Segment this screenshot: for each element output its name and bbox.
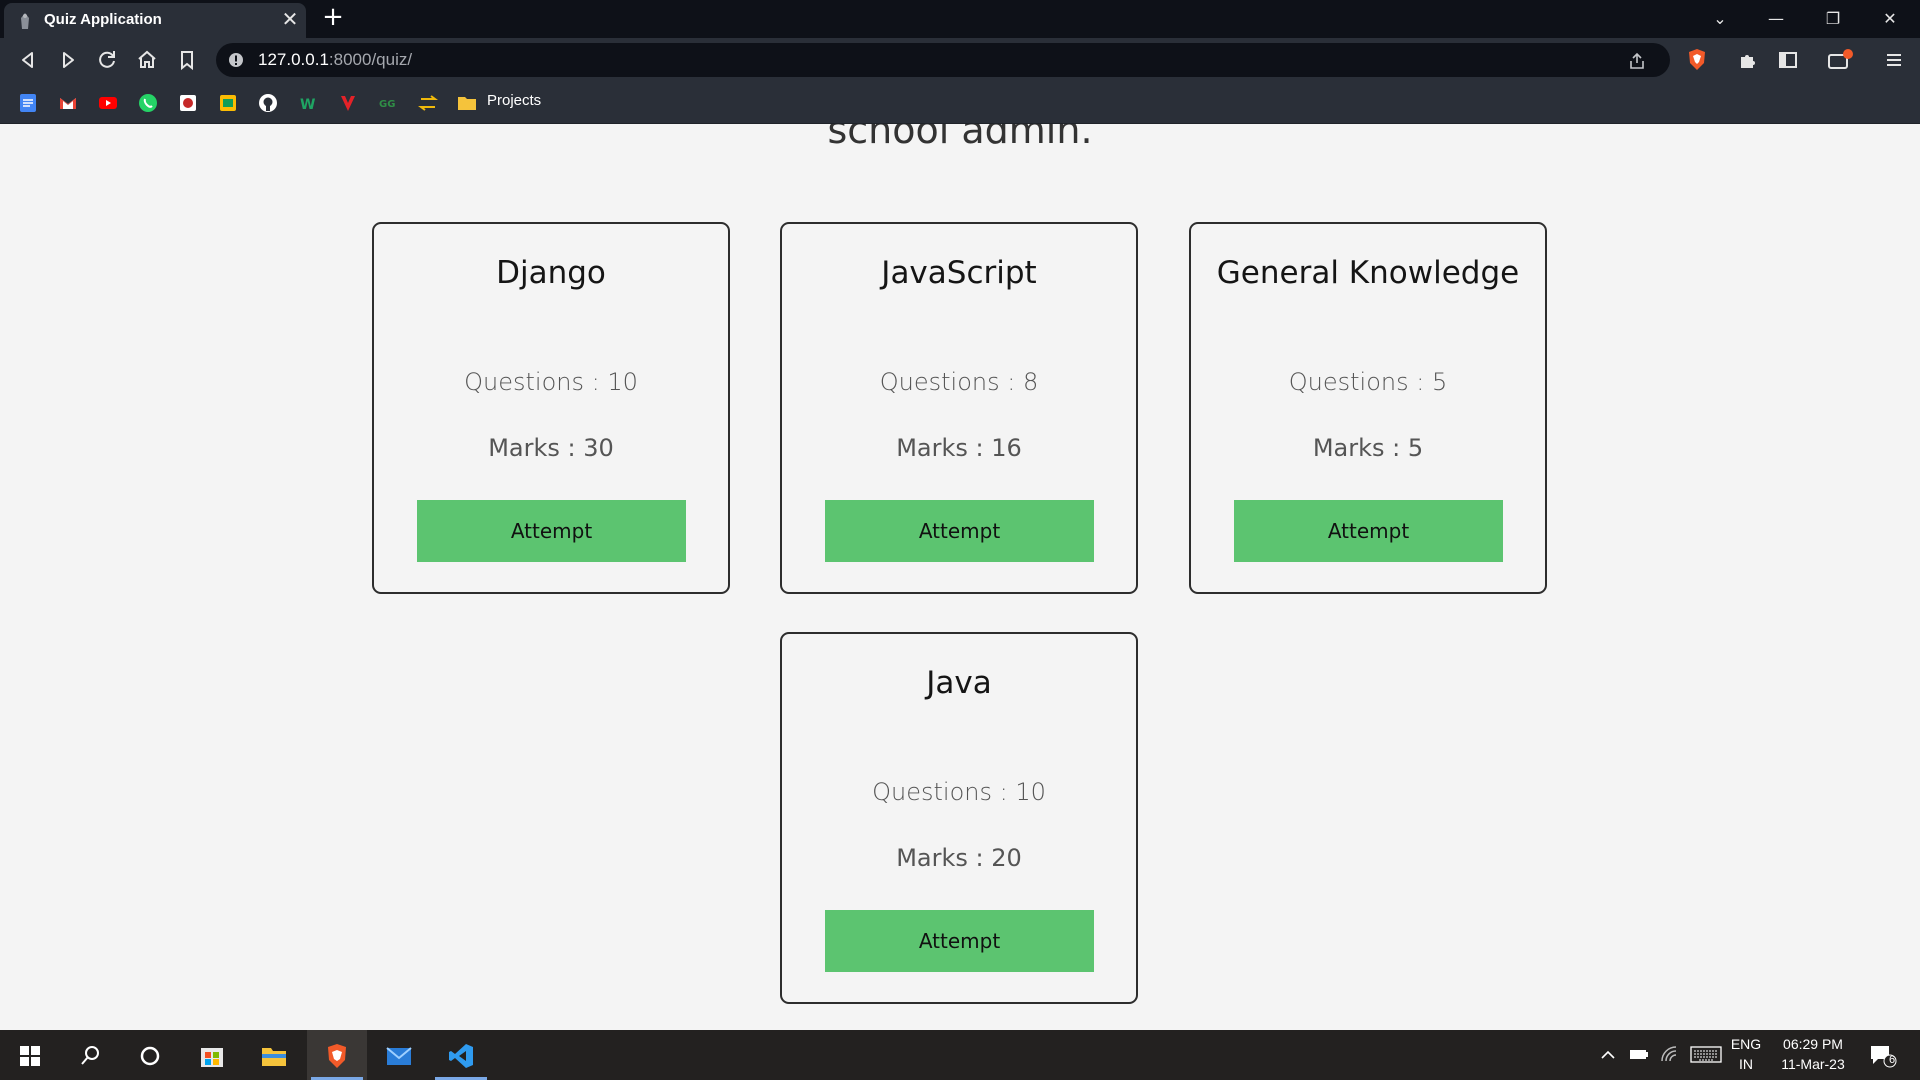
cortana-icon [140,1046,160,1066]
quiz-card-java: Java Questions : 10 Marks : 20 Attempt [780,632,1138,1004]
language-indicator[interactable]: ENG IN [1726,1036,1766,1072]
page-favicon-icon [21,13,29,29]
bookmark-folder-projects[interactable]: Projects [487,92,541,109]
quiz-title: JavaScript [881,255,1037,291]
w-site-icon[interactable]: W [298,93,318,113]
tray-expand-icon[interactable] [1600,1047,1616,1063]
attempt-button[interactable]: Attempt [825,910,1094,972]
home-icon[interactable] [135,48,159,72]
quiz-questions: Questions : 8 [879,368,1039,396]
wifi-icon[interactable] [1660,1045,1680,1063]
youtube-icon[interactable] [98,93,118,113]
page-heading: school admin. [827,124,1093,152]
notification-count: 6 [1888,1054,1896,1066]
file-explorer-icon [262,1048,286,1066]
quiz-card-javascript: JavaScript Questions : 8 Marks : 16 Atte… [780,222,1138,594]
attempt-button[interactable]: Attempt [1234,500,1503,562]
tab-title: Quiz Application [44,11,162,28]
google-docs-icon[interactable] [18,93,38,113]
clock[interactable]: 06:29 PM 11-Mar-23 [1768,1036,1858,1072]
clock-time: 06:29 PM [1783,1036,1843,1052]
url-text: 127.0.0.1:8000/quiz/ [258,50,412,70]
share-icon[interactable] [1628,52,1646,70]
quiz-marks: Marks : 5 [1312,434,1424,462]
close-window-icon[interactable]: ✕ [1870,4,1910,34]
taskbar-vscode[interactable] [431,1030,491,1080]
back-icon[interactable] [16,48,40,72]
start-button[interactable] [0,1030,60,1080]
google-slides-icon[interactable] [218,93,238,113]
gmail-icon[interactable] [58,93,78,113]
page-content: school admin. Django Questions : 10 Mark… [0,124,1920,1030]
search-button[interactable] [60,1030,120,1080]
store-icon [201,1048,223,1067]
site-info-icon[interactable] [228,52,244,68]
brave-shields-icon[interactable] [1686,48,1708,72]
quiz-title: General Knowledge [1216,255,1520,291]
windows-icon [20,1046,40,1066]
address-bar[interactable]: 127.0.0.1:8000/quiz/ [216,43,1670,77]
taskbar: ENG IN 06:29 PM 11-Mar-23 6 [0,1030,1920,1080]
quiz-questions: Questions : 10 [872,778,1046,806]
new-tab-button[interactable]: + [322,4,344,30]
mail-icon [386,1047,412,1065]
svg-text:W: W [300,97,315,113]
quiz-questions: Questions : 10 [464,368,638,396]
svg-text:GG: GG [379,99,395,110]
taskbar-brave[interactable] [307,1030,367,1080]
tab-close-icon[interactable]: ✕ [280,9,300,29]
sidebar-icon[interactable] [1776,48,1800,72]
quiz-marks: Marks : 16 [896,434,1022,462]
bookmark-site-icon[interactable] [178,93,198,113]
quiz-marks: Marks : 30 [488,434,614,462]
browser-tab[interactable]: Quiz Application ✕ [4,3,306,38]
browser-tab-bar: Quiz Application ✕ + ⌄ — ❐ ✕ [0,0,1920,38]
url-path: :8000/quiz/ [328,50,413,69]
whatsapp-icon[interactable] [138,93,158,113]
attempt-button[interactable]: Attempt [825,500,1094,562]
clock-date: 11-Mar-23 [1781,1056,1845,1072]
bookmark-icon[interactable] [175,48,199,72]
attempt-button[interactable]: Attempt [417,500,686,562]
geeksforgeeks-icon[interactable]: GG [378,93,398,113]
url-host: 127.0.0.1 [258,50,329,69]
region-code: IN [1739,1056,1753,1072]
exchange-site-icon[interactable] [418,93,438,113]
restore-icon[interactable]: ❐ [1813,4,1853,34]
github-icon[interactable] [258,93,278,113]
minimize-icon[interactable]: — [1756,4,1796,34]
reload-icon[interactable] [95,48,119,72]
tab-search-icon[interactable]: ⌄ [1700,4,1740,34]
keyboard-icon[interactable] [1690,1045,1722,1065]
folder-icon[interactable] [457,93,477,113]
browser-toolbar: 127.0.0.1:8000/quiz/ [0,38,1920,82]
extensions-icon[interactable] [1736,48,1760,72]
taskbar-store[interactable] [182,1030,242,1080]
quiz-card-django: Django Questions : 10 Marks : 30 Attempt [372,222,730,594]
quiz-marks: Marks : 20 [896,844,1022,872]
battery-icon[interactable] [1629,1046,1649,1062]
menu-icon[interactable] [1882,48,1906,72]
taskbar-file-explorer[interactable] [244,1030,304,1080]
quiz-title: Django [496,255,606,291]
cortana-button[interactable] [120,1030,180,1080]
quiz-questions: Questions : 5 [1288,368,1448,396]
language-code: ENG [1730,1036,1762,1052]
vscode-icon [449,1044,473,1068]
vivaldi-icon[interactable] [338,93,358,113]
quiz-card-general-knowledge: General Knowledge Questions : 5 Marks : … [1189,222,1547,594]
quiz-title: Java [926,665,992,701]
search-icon [81,1046,99,1065]
wallet-icon[interactable] [1826,48,1854,72]
taskbar-mail[interactable] [369,1030,429,1080]
brave-icon [328,1044,346,1068]
bookmarks-bar: W GG Projects [0,82,1920,124]
forward-icon[interactable] [56,48,80,72]
